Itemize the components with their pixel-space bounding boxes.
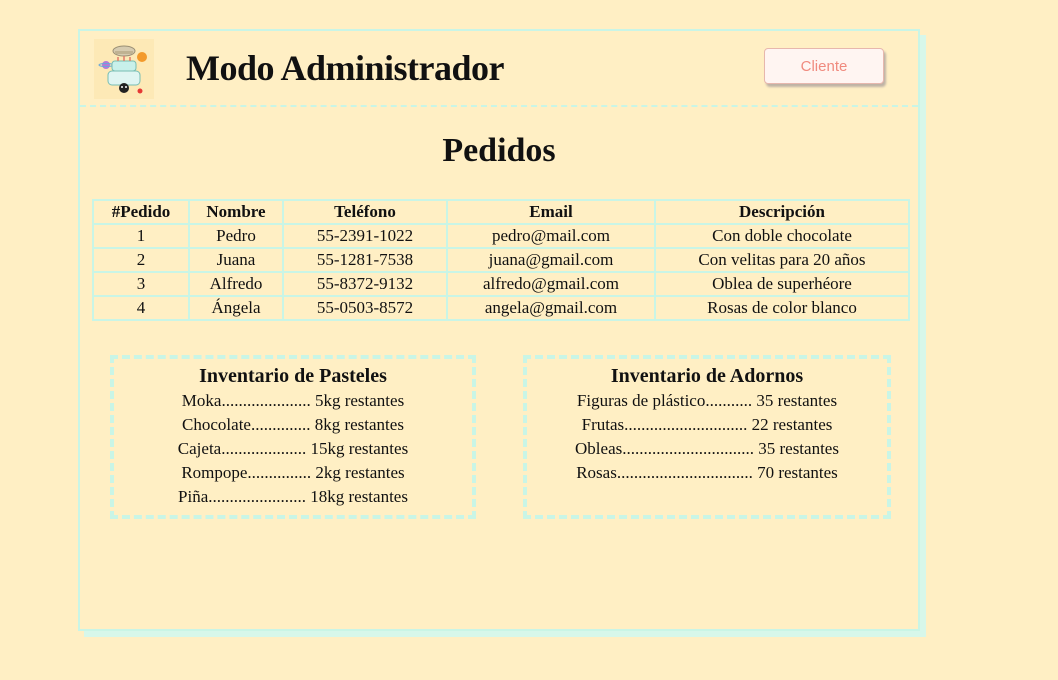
list-item: Cajeta.................... 15kg restante… xyxy=(177,439,409,458)
order-name: Juana xyxy=(188,247,284,273)
list-item: Piña....................... 18kg restant… xyxy=(178,487,408,506)
column-header: Descripción xyxy=(654,199,910,225)
table-row: 4 Ángela 55-0503-8572 angela@gmail.com R… xyxy=(92,295,910,321)
list-item: Moka..................... 5kg restantes xyxy=(181,391,405,410)
order-phone: 55-2391-1022 xyxy=(282,223,448,249)
order-name: Alfredo xyxy=(188,271,284,297)
table-row: 2 Juana 55-1281-7538 juana@gmail.com Con… xyxy=(92,247,910,273)
cake-inventory-title: Inventario de Pasteles xyxy=(199,365,387,387)
order-description: Con doble chocolate xyxy=(654,223,910,249)
order-description: Con velitas para 20 años xyxy=(654,247,910,273)
order-email: pedro@mail.com xyxy=(446,223,656,249)
order-id: 2 xyxy=(92,247,190,273)
list-item: Chocolate.............. 8kg restantes xyxy=(182,415,404,434)
order-phone: 55-1281-7538 xyxy=(282,247,448,273)
order-description: Oblea de superhéore xyxy=(654,271,910,297)
list-item: Rompope............... 2kg restantes xyxy=(181,463,405,482)
orders-title: Pedidos xyxy=(442,132,556,169)
column-header: Email xyxy=(446,199,656,225)
list-item: Rosas................................ 70… xyxy=(576,463,838,482)
orders-table: #Pedido Nombre Teléfono Email Descripció… xyxy=(92,199,910,321)
order-email: juana@gmail.com xyxy=(446,247,656,273)
decoration-inventory-panel: Inventario de Adornos Figuras de plástic… xyxy=(523,355,891,519)
cake-logo-icon xyxy=(94,39,154,99)
list-item: Obleas............................... 35… xyxy=(575,439,839,458)
table-row: 1 Pedro 55-2391-1022 pedro@mail.com Con … xyxy=(92,223,910,249)
order-email: alfredo@gmail.com xyxy=(446,271,656,297)
admin-panel: Modo Administrador Cliente Pedidos #Pedi… xyxy=(78,29,920,631)
order-name: Pedro xyxy=(188,223,284,249)
order-phone: 55-0503-8572 xyxy=(282,295,448,321)
column-header: #Pedido xyxy=(92,199,190,225)
table-row: 3 Alfredo 55-8372-9132 alfredo@gmail.com… xyxy=(92,271,910,297)
decoration-inventory-title: Inventario de Adornos xyxy=(610,365,804,387)
order-id: 3 xyxy=(92,271,190,297)
page-title: Modo Administrador xyxy=(186,48,505,88)
order-name: Ángela xyxy=(188,295,284,321)
header: Modo Administrador Cliente xyxy=(80,31,918,107)
order-email: angela@gmail.com xyxy=(446,295,656,321)
order-phone: 55-8372-9132 xyxy=(282,271,448,297)
cake-inventory-panel: Inventario de Pasteles Moka.............… xyxy=(110,355,476,519)
list-item: Frutas............................. 22 r… xyxy=(581,415,833,434)
client-mode-button[interactable]: Cliente xyxy=(764,48,884,84)
column-header: Nombre xyxy=(188,199,284,225)
column-header: Teléfono xyxy=(282,199,448,225)
table-header-row: #Pedido Nombre Teléfono Email Descripció… xyxy=(92,199,910,225)
order-id: 1 xyxy=(92,223,190,249)
order-description: Rosas de color blanco xyxy=(654,295,910,321)
order-id: 4 xyxy=(92,295,190,321)
list-item: Figuras de plástico........... 35 restan… xyxy=(576,391,838,410)
